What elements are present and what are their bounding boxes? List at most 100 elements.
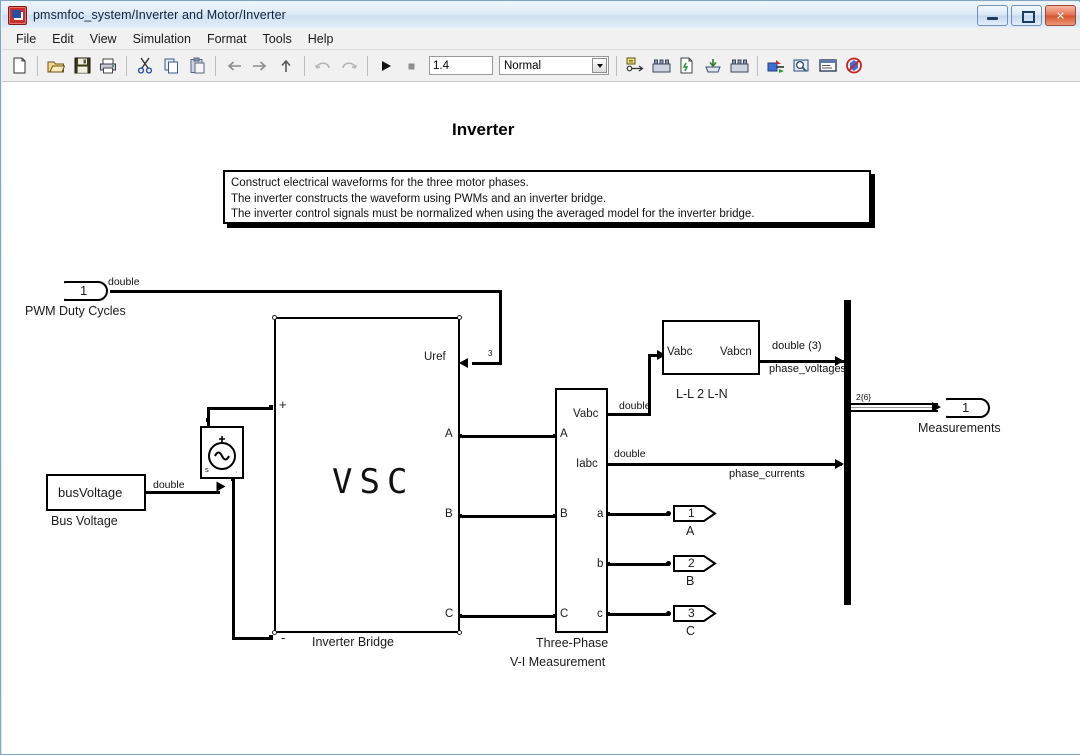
print-preview-button[interactable] bbox=[816, 54, 840, 78]
model-canvas[interactable]: Inverter Construct electrical waveforms … bbox=[2, 82, 1080, 754]
ll2ln-label: L-L 2 L-N bbox=[676, 387, 728, 401]
bus-voltage-text: busVoltage bbox=[58, 485, 123, 500]
save-model-button[interactable] bbox=[70, 54, 94, 78]
vi-port-in-c: C bbox=[560, 608, 569, 620]
menu-edit[interactable]: Edit bbox=[44, 30, 82, 48]
wire-busvoltage-arrow bbox=[216, 481, 226, 492]
menu-format[interactable]: Format bbox=[199, 30, 255, 48]
close-icon: ✕ bbox=[1055, 9, 1066, 22]
wire-source-top-h bbox=[207, 407, 273, 410]
code-generation-report-button[interactable] bbox=[675, 54, 699, 78]
undo-button[interactable] bbox=[311, 54, 335, 78]
phase-voltages-label: phase_voltages bbox=[769, 363, 847, 375]
vi-port-out-a: a bbox=[597, 508, 604, 520]
maximize-button[interactable] bbox=[1011, 5, 1042, 26]
menu-simulation[interactable]: Simulation bbox=[125, 30, 199, 48]
inverter-bridge-port-plus: + bbox=[279, 397, 287, 412]
wire-busvoltage-h bbox=[146, 491, 220, 494]
dot-out-c bbox=[666, 611, 671, 616]
model-advisor-button[interactable] bbox=[790, 54, 814, 78]
menu-tools[interactable]: Tools bbox=[255, 30, 300, 48]
build-model-button[interactable] bbox=[649, 54, 673, 78]
menu-file[interactable]: File bbox=[8, 30, 44, 48]
simulink-model-icon bbox=[8, 5, 27, 25]
wire-vabc-v bbox=[648, 354, 651, 416]
debug-button[interactable] bbox=[764, 54, 788, 78]
update-diagram-button[interactable] bbox=[623, 54, 647, 78]
model-advisor-icon bbox=[793, 59, 809, 72]
simulation-mode-select[interactable]: Normal bbox=[499, 56, 609, 75]
pwm-signal-type-label: double bbox=[108, 276, 140, 288]
phase-voltages-type: double (3) bbox=[772, 340, 822, 352]
forward-button[interactable] bbox=[248, 54, 272, 78]
back-arrow-icon bbox=[227, 60, 241, 71]
library-browser-button[interactable] bbox=[701, 54, 725, 78]
copy-icon bbox=[164, 58, 178, 74]
block-disable-button[interactable] bbox=[842, 54, 866, 78]
inverter-bridge-port-c: C bbox=[445, 608, 454, 620]
measurements-outport-number: 1 bbox=[962, 400, 970, 415]
toolbar-separator bbox=[37, 55, 38, 76]
vi-port-out-iabc: Iabc bbox=[576, 458, 598, 470]
copy-button[interactable] bbox=[159, 54, 183, 78]
bus-creator-bar[interactable] bbox=[844, 300, 851, 605]
voltage-source-minus-terminal: s bbox=[205, 465, 209, 474]
maximize-icon bbox=[1022, 11, 1035, 23]
window-controls: ✕ bbox=[977, 5, 1076, 26]
outport-c-label: C bbox=[686, 624, 696, 638]
cut-button[interactable] bbox=[133, 54, 157, 78]
minimize-button[interactable] bbox=[977, 5, 1008, 26]
wire-uref-in-h bbox=[472, 362, 502, 365]
paste-icon bbox=[190, 57, 204, 74]
selection-handle-tl[interactable] bbox=[272, 315, 277, 320]
menu-view[interactable]: View bbox=[82, 30, 125, 48]
start-simulation-icon bbox=[382, 60, 391, 71]
stop-time-input[interactable] bbox=[429, 56, 493, 75]
ll2ln-port-out: Vabcn bbox=[720, 346, 752, 358]
paste-button[interactable] bbox=[185, 54, 209, 78]
back-button[interactable] bbox=[222, 54, 246, 78]
up-level-button[interactable] bbox=[274, 54, 298, 78]
selection-handle-bl[interactable] bbox=[272, 630, 277, 635]
wire-source-bottom-v bbox=[232, 477, 235, 639]
wire-bus-2 bbox=[851, 407, 938, 408]
forward-arrow-icon bbox=[253, 60, 267, 71]
selection-handle-tr[interactable] bbox=[457, 315, 462, 320]
window-title: pmsmfoc_system/Inverter and Motor/Invert… bbox=[33, 8, 286, 22]
uref-width-label: 3 bbox=[488, 349, 493, 358]
bus-voltage-label: Bus Voltage bbox=[51, 514, 118, 528]
iabc-signal-type: double bbox=[614, 448, 646, 460]
ll2ln-port-in: Vabc bbox=[667, 346, 693, 358]
toolbar-separator bbox=[616, 55, 617, 76]
measurements-outport[interactable] bbox=[946, 397, 994, 419]
block-no-icon bbox=[846, 57, 862, 74]
print-icon bbox=[100, 58, 116, 73]
pwm-duty-cycles-inport[interactable] bbox=[64, 280, 112, 302]
wire-source-bottom-h bbox=[232, 637, 273, 640]
pwm-inport-number: 1 bbox=[80, 283, 88, 298]
redo-button[interactable] bbox=[337, 54, 361, 78]
selection-handle-br[interactable] bbox=[457, 630, 462, 635]
wire-vabc-h1 bbox=[608, 413, 651, 416]
model-explorer-button[interactable] bbox=[727, 54, 751, 78]
chevron-down-icon[interactable] bbox=[592, 58, 607, 73]
stop-simulation-button[interactable] bbox=[400, 54, 424, 78]
print-button[interactable] bbox=[96, 54, 120, 78]
annotation-note[interactable]: Construct electrical waveforms for the t… bbox=[223, 170, 871, 224]
vi-measurement-label-2: V-I Measurement bbox=[510, 655, 606, 669]
close-button[interactable]: ✕ bbox=[1045, 5, 1076, 26]
redo-icon bbox=[342, 61, 358, 69]
outport-b-label: B bbox=[686, 574, 695, 588]
start-simulation-button[interactable] bbox=[374, 54, 398, 78]
wire-source-top-v bbox=[207, 407, 210, 427]
bus-voltage-signal-type: double bbox=[153, 479, 185, 491]
note-line-3: The inverter control signals must be nor… bbox=[231, 208, 755, 220]
pwm-inport-label: PWM Duty Cycles bbox=[25, 304, 126, 318]
new-model-button[interactable] bbox=[7, 54, 31, 78]
phase-currents-label: phase_currents bbox=[729, 468, 805, 480]
menu-help[interactable]: Help bbox=[300, 30, 342, 48]
dot-out-a bbox=[666, 511, 671, 516]
open-model-button[interactable] bbox=[44, 54, 68, 78]
outport-a-number: 1 bbox=[688, 506, 695, 520]
wire-out-c bbox=[608, 613, 670, 616]
